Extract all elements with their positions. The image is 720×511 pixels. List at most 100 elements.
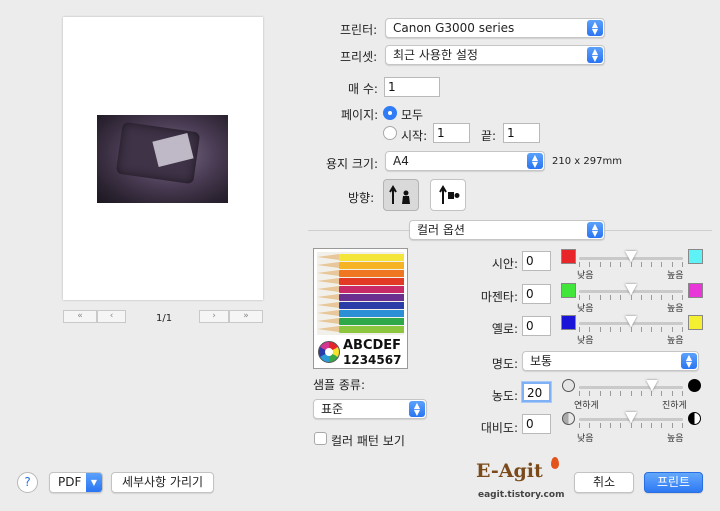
slider-tick <box>610 295 611 300</box>
pages-to-input[interactable]: 1 <box>503 123 540 143</box>
chevron-updown-icon: ▲ ▼ <box>409 401 425 417</box>
landscape-orientation-button[interactable] <box>430 179 466 211</box>
cyan-low-label: 낮음 <box>577 271 594 281</box>
yellow-low-swatch <box>561 315 576 330</box>
sample-kind-popup[interactable]: 표준 ▲ ▼ <box>313 399 427 419</box>
chevron-updown-icon: ▲ ▼ <box>587 222 603 238</box>
contrast-slider-ticks <box>579 423 683 428</box>
portrait-orientation-button[interactable] <box>383 179 419 211</box>
next-page-button[interactable]: › <box>199 310 229 323</box>
slider-tick <box>661 295 662 300</box>
slider-tick <box>641 423 642 428</box>
slider-tick <box>610 423 611 428</box>
section-popup[interactable]: 컬러 옵션 ▲ ▼ <box>409 220 605 240</box>
page-preview <box>63 17 263 300</box>
yellow-slider-knob[interactable] <box>625 316 637 327</box>
pencil <box>317 294 404 301</box>
magenta-low-swatch <box>561 283 576 298</box>
brightness-popup[interactable]: 보통 ▲ ▼ <box>522 351 699 371</box>
logo-flame-icon <box>551 457 559 469</box>
copies-input[interactable]: 1 <box>384 77 440 97</box>
slider-tick <box>589 423 590 428</box>
density-slider-knob[interactable] <box>645 380 658 391</box>
cyan-low-swatch <box>561 249 576 264</box>
paper-size-label: 용지 크기: <box>326 157 379 171</box>
cyan-input[interactable]: 0 <box>522 251 551 271</box>
slider-tick <box>589 391 590 396</box>
cyan-slider-knob[interactable] <box>625 251 637 262</box>
yellow-input[interactable]: 0 <box>522 316 551 336</box>
paper-size-popup[interactable]: A4 ▲ ▼ <box>385 151 545 171</box>
slider-tick <box>631 423 632 428</box>
slider-tick <box>651 391 652 396</box>
slider-tick <box>682 327 683 332</box>
help-button[interactable]: ? <box>17 472 38 493</box>
slider-tick <box>682 423 683 428</box>
logo-text: E-Agit <box>476 460 543 482</box>
slider-tick <box>620 423 621 428</box>
pencil <box>317 270 404 277</box>
last-page-button[interactable]: » <box>229 310 263 323</box>
pages-all-radio[interactable] <box>383 106 397 120</box>
slider-tick <box>620 327 621 332</box>
printer-label: 프린터: <box>340 23 378 37</box>
density-input[interactable]: 20 <box>522 382 551 402</box>
slider-tick <box>672 295 673 300</box>
color-pattern-checkbox[interactable] <box>314 432 327 445</box>
print-button[interactable]: 프린트 <box>644 472 703 493</box>
pages-all-label: 모두 <box>401 108 424 122</box>
chevron-updown-icon: ▲ ▼ <box>587 20 603 36</box>
printer-popup[interactable]: Canon G3000 series ▲ ▼ <box>385 18 605 38</box>
slider-tick <box>682 391 683 396</box>
sample-digits: 1234567 <box>343 353 402 367</box>
cyan-high-swatch <box>688 249 703 264</box>
high-contrast-icon <box>688 412 701 425</box>
dark-density-icon <box>688 379 701 392</box>
cyan-high-label: 높음 <box>667 271 684 281</box>
sample-kind-value: 표준 <box>321 402 344 416</box>
hide-details-button[interactable]: 세부사항 가리기 <box>111 472 214 493</box>
slider-tick <box>610 391 611 396</box>
slider-tick <box>589 262 590 267</box>
density-slider-track[interactable] <box>579 386 683 389</box>
orientation-label: 방향: <box>348 191 375 205</box>
slider-tick <box>579 423 580 428</box>
slider-tick <box>641 262 642 267</box>
slider-tick <box>600 327 601 332</box>
pdf-label: PDF <box>58 475 82 489</box>
yellow-slider-ticks <box>579 327 683 332</box>
contrast-input[interactable]: 0 <box>522 414 551 434</box>
yellow-high-swatch <box>688 315 703 330</box>
preset-label: 프리셋: <box>340 50 378 64</box>
copies-label: 매 수: <box>348 82 378 96</box>
paper-dimensions: 210 x 297mm <box>552 156 622 167</box>
preset-value: 최근 사용한 설정 <box>393 48 478 62</box>
magenta-input[interactable]: 0 <box>522 284 551 304</box>
slider-tick <box>641 295 642 300</box>
prev-page-button[interactable]: ‹ <box>97 310 126 323</box>
slider-tick <box>672 423 673 428</box>
slider-tick <box>600 262 601 267</box>
density-label: 농도: <box>491 389 518 403</box>
slider-tick <box>589 327 590 332</box>
logo-subtext: eagit.tistory.com <box>478 490 565 500</box>
chevron-updown-icon: ▲ ▼ <box>681 353 697 369</box>
magenta-high-swatch <box>688 283 703 298</box>
brightness-value: 보통 <box>530 354 553 368</box>
first-page-button[interactable]: « <box>63 310 97 323</box>
pages-range-radio[interactable] <box>383 126 397 140</box>
contrast-slider-knob[interactable] <box>625 412 637 423</box>
preset-popup[interactable]: 최근 사용한 설정 ▲ ▼ <box>385 45 605 65</box>
pdf-menu-button[interactable]: PDF ▼ <box>49 472 103 493</box>
magenta-slider-knob[interactable] <box>625 284 637 295</box>
pencil <box>317 302 404 309</box>
magenta-label: 마젠타: <box>480 290 518 304</box>
pages-from-input[interactable]: 1 <box>433 123 470 143</box>
pencil <box>317 262 404 269</box>
slider-tick <box>600 391 601 396</box>
pencil <box>317 286 404 293</box>
cancel-button[interactable]: 취소 <box>574 472 634 493</box>
pencil <box>317 254 404 261</box>
yellow-low-label: 낮음 <box>577 336 594 346</box>
slider-tick <box>579 262 580 267</box>
